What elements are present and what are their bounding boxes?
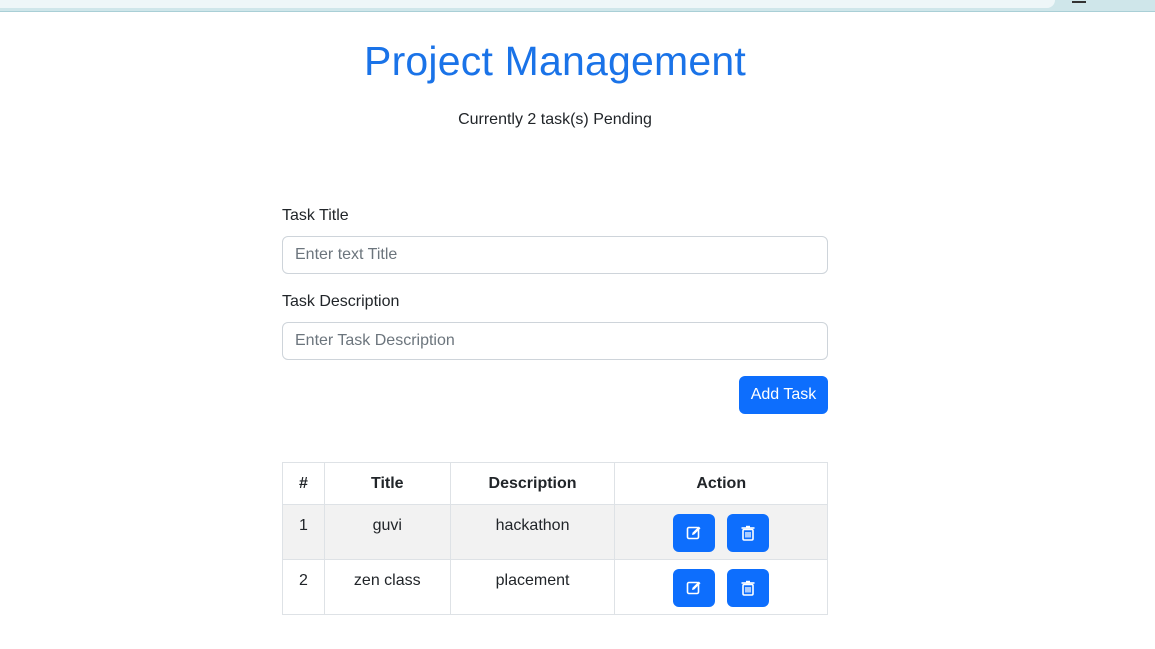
add-task-button[interactable]: Add Task <box>739 376 828 414</box>
trash-icon <box>741 580 755 596</box>
delete-button[interactable] <box>727 514 770 552</box>
header-number: # <box>282 462 325 505</box>
table-row: 1 guvi hackathon <box>282 504 828 560</box>
edit-icon <box>686 526 701 540</box>
menu-icon[interactable] <box>1072 0 1086 3</box>
row-title: guvi <box>323 504 451 560</box>
edit-button[interactable] <box>673 514 716 552</box>
address-bar-edge <box>0 0 1055 8</box>
row-actions <box>614 559 828 615</box>
edit-icon <box>686 581 701 595</box>
header-title: Title <box>323 462 451 505</box>
header-action: Action <box>614 462 828 505</box>
table-row: 2 zen class placement <box>282 559 828 615</box>
header-description: Description <box>449 462 616 505</box>
pending-count-text: Currently 2 task(s) Pending <box>458 111 652 128</box>
edit-button[interactable] <box>673 569 716 607</box>
row-number: 1 <box>282 504 325 560</box>
row-actions <box>614 504 828 560</box>
page-title: Project Management <box>364 38 746 84</box>
delete-button[interactable] <box>727 569 770 607</box>
task-description-label: Task Description <box>282 293 400 310</box>
task-description-input[interactable] <box>282 322 828 360</box>
browser-chrome-strip <box>0 0 1155 12</box>
task-title-input[interactable] <box>282 236 828 274</box>
row-description: hackathon <box>449 504 616 560</box>
task-title-label: Task Title <box>282 207 349 224</box>
row-description: placement <box>449 559 616 615</box>
row-number: 2 <box>282 559 325 615</box>
tasks-table: # Title Description Action 1 guvi hackat… <box>282 462 828 615</box>
trash-icon <box>741 525 755 541</box>
row-title: zen class <box>323 559 451 615</box>
table-header-row: # Title Description Action <box>282 462 828 505</box>
